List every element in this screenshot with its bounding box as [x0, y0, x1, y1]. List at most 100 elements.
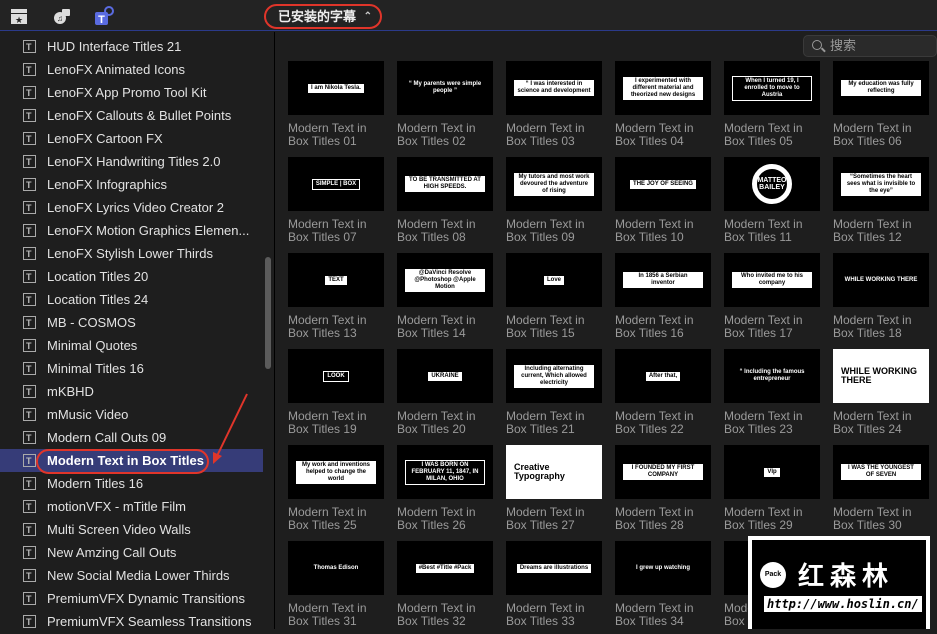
sidebar-item[interactable]: LenoFX Infographics — [0, 173, 263, 197]
title-tile[interactable]: When I turned 19, I enrolled to move to … — [724, 61, 820, 148]
search-field[interactable]: 搜索 — [803, 35, 937, 57]
sidebar-item[interactable]: New Social Media Lower Thirds — [0, 564, 263, 588]
sidebar-item[interactable]: Modern Titles 16 — [0, 472, 263, 496]
sidebar-item[interactable]: LenoFX Animated Icons — [0, 58, 263, 82]
title-tile[interactable]: LOOK Modern Text in Box Titles 19 — [288, 349, 384, 436]
title-thumbnail[interactable]: My tutors and most work devoured the adv… — [506, 157, 602, 211]
title-tile[interactable]: After that, Modern Text in Box Titles 22 — [615, 349, 711, 436]
title-tile[interactable]: Thomas Edison Modern Text in Box Titles 31 — [288, 541, 384, 628]
title-tile[interactable]: My work and inventions helped to change … — [288, 445, 384, 532]
title-tile[interactable]: “ Including the famous entrepreneur Moder… — [724, 349, 820, 436]
thumbnail-text: In 1856 a Serbian inventor — [623, 272, 703, 288]
sidebar-item[interactable]: PremiumVFX Dynamic Transitions — [0, 587, 263, 611]
title-thumbnail[interactable]: UKRAINE — [397, 349, 493, 403]
title-tile[interactable]: #Best #Title #Pack Modern Text in Box Titl… — [397, 541, 493, 628]
title-thumbnail[interactable]: I am Nikola Tesla. — [288, 61, 384, 115]
title-tile[interactable]: THE JOY OF SEEING Modern Text in Box Title… — [615, 157, 711, 244]
sidebar-item[interactable]: LenoFX Handwriting Titles 2.0 — [0, 150, 263, 174]
title-thumbnail[interactable]: “Sometimes the heart sees what is invisi… — [833, 157, 929, 211]
title-thumbnail[interactable]: I WAS THE YOUNGEST OF SEVEN — [833, 445, 929, 499]
title-thumbnail[interactable]: Dreams are illustrations — [506, 541, 602, 595]
title-thumbnail[interactable]: “ Including the famous entrepreneur — [724, 349, 820, 403]
sidebar-item[interactable]: New Amzing Call Outs — [0, 541, 263, 565]
title-thumbnail[interactable]: Who invited me to his company — [724, 253, 820, 307]
title-tile[interactable]: @DaVinci Resolve @Photoshop @Apple Motio… — [397, 253, 493, 340]
title-tile[interactable]: Love Modern Text in Box Titles 15 — [506, 253, 602, 340]
sidebar-item[interactable]: LenoFX Stylish Lower Thirds — [0, 242, 263, 266]
tile-caption: Modern Text in Box Titles 13 — [288, 314, 384, 340]
title-thumbnail[interactable]: When I turned 19, I enrolled to move to … — [724, 61, 820, 115]
sidebar-item[interactable]: Location Titles 20 — [0, 265, 263, 289]
title-thumbnail[interactable]: Vlp — [724, 445, 820, 499]
title-thumbnail[interactable]: After that, — [615, 349, 711, 403]
title-tile[interactable]: I experimented with different material a… — [615, 61, 711, 148]
sidebar-item[interactable]: LenoFX Motion Graphics Elemen... — [0, 219, 263, 243]
sidebar-item[interactable]: MB - COSMOS — [0, 311, 263, 335]
title-thumbnail[interactable]: I grew up watching — [615, 541, 711, 595]
title-tile[interactable]: “Sometimes the heart sees what is invisi… — [833, 157, 929, 244]
title-tile[interactable]: My tutors and most work devoured the adv… — [506, 157, 602, 244]
sidebar-item[interactable]: Multi Screen Video Walls — [0, 518, 263, 542]
title-tile[interactable]: UKRAINE Modern Text in Box Titles 20 — [397, 349, 493, 436]
title-thumbnail[interactable]: “ I was interested in science and develo… — [506, 61, 602, 115]
title-thumbnail[interactable]: MATTEO BAILEY — [724, 157, 820, 211]
sidebar-item[interactable]: LenoFX Lyrics Video Creator 2 — [0, 196, 263, 220]
title-tile[interactable]: “ I was interested in science and develo… — [506, 61, 602, 148]
title-tile[interactable]: Creative Typography Modern Text in Box Tit… — [506, 445, 602, 532]
title-thumbnail[interactable]: Love — [506, 253, 602, 307]
title-thumbnail[interactable]: SIMPLE | BOX — [288, 157, 384, 211]
title-tile[interactable]: Vlp Modern Text in Box Titles 29 — [724, 445, 820, 532]
title-tile[interactable]: I grew up watching Modern Text in Box Titl… — [615, 541, 711, 628]
music-photo-icon[interactable]: ♫ — [52, 6, 72, 26]
title-thumbnail[interactable]: I FOUNDED MY FIRST COMPANY — [615, 445, 711, 499]
title-thumbnail[interactable]: I WAS BORN ON FEBRUARY 11, 1847, IN MILA… — [397, 445, 493, 499]
sidebar-item[interactable]: LenoFX App Promo Tool Kit — [0, 81, 263, 105]
title-tile[interactable]: In 1856 a Serbian inventor Modern Text in… — [615, 253, 711, 340]
title-thumbnail[interactable]: My education was fully reflecting — [833, 61, 929, 115]
title-thumbnail[interactable]: #Best #Title #Pack — [397, 541, 493, 595]
clapper-star-icon[interactable]: ★ — [9, 6, 29, 26]
tile-caption: Modern Text in Box Titles 04 — [615, 122, 711, 148]
title-thumbnail[interactable]: TO BE TRANSMITTED AT HIGH SPEEDS. — [397, 157, 493, 211]
sidebar-item[interactable]: PremiumVFX Seamless Transitions — [0, 610, 263, 634]
title-thumbnail[interactable]: Creative Typography — [506, 445, 602, 499]
title-tile[interactable]: I FOUNDED MY FIRST COMPANY Modern Text in… — [615, 445, 711, 532]
title-thumbnail[interactable]: Including alternating current, Which all… — [506, 349, 602, 403]
title-tile[interactable]: Including alternating current, Which all… — [506, 349, 602, 436]
sidebar-item[interactable]: motionVFX - mTitle Film — [0, 495, 263, 519]
title-thumbnail[interactable]: In 1856 a Serbian inventor — [615, 253, 711, 307]
title-tile[interactable]: WHILE WORKING THERE Modern Text in Box Tit… — [833, 349, 929, 436]
title-tile[interactable]: TO BE TRANSMITTED AT HIGH SPEEDS. Modern … — [397, 157, 493, 244]
title-tile[interactable]: I WAS THE YOUNGEST OF SEVEN Modern Text i… — [833, 445, 929, 532]
sidebar-item[interactable]: Location Titles 24 — [0, 288, 263, 312]
title-thumbnail[interactable]: I experimented with different material a… — [615, 61, 711, 115]
title-tile[interactable]: MATTEO BAILEY Modern Text in Box Titles 11 — [724, 157, 820, 244]
sidebar-item[interactable]: HUD Interface Titles 21 — [0, 35, 263, 59]
caption-line-2: Box Titles 01 — [288, 134, 357, 148]
title-tile[interactable]: SIMPLE | BOX Modern Text in Box Titles 07 — [288, 157, 384, 244]
sidebar-item[interactable]: LenoFX Callouts & Bullet Points — [0, 104, 263, 128]
title-tile[interactable]: I WAS BORN ON FEBRUARY 11, 1847, IN MILA… — [397, 445, 493, 532]
title-thumbnail[interactable]: “ My parents were simple people ” — [397, 61, 493, 115]
sidebar-scrollbar[interactable] — [265, 257, 271, 369]
sidebar-item[interactable]: Minimal Titles 16 — [0, 357, 263, 381]
title-tile[interactable]: “ My parents were simple people ” Modern … — [397, 61, 493, 148]
title-tile[interactable]: My education was fully reflecting Modern … — [833, 61, 929, 148]
title-thumbnail[interactable]: @DaVinci Resolve @Photoshop @Apple Motio… — [397, 253, 493, 307]
title-thumbnail[interactable]: WHILE WORKING THERE — [833, 253, 929, 307]
sidebar-item[interactable]: LenoFX Cartoon FX — [0, 127, 263, 151]
title-tile[interactable]: Dreams are illustrations Modern Text in Bo… — [506, 541, 602, 628]
title-tile[interactable]: I am Nikola Tesla. Modern Text in Box Titl… — [288, 61, 384, 148]
title-thumbnail[interactable]: My work and inventions helped to change … — [288, 445, 384, 499]
title-tile[interactable]: Who invited me to his company Modern Text… — [724, 253, 820, 340]
title-tile[interactable]: WHILE WORKING THERE Modern Text in Box Tit… — [833, 253, 929, 340]
titles-icon[interactable]: T — [94, 6, 114, 26]
title-thumbnail[interactable]: Thomas Edison — [288, 541, 384, 595]
title-thumbnail[interactable]: LOOK — [288, 349, 384, 403]
title-thumbnail[interactable]: TEXT — [288, 253, 384, 307]
title-thumbnail[interactable]: WHILE WORKING THERE — [833, 349, 929, 403]
sidebar-item[interactable]: Minimal Quotes — [0, 334, 263, 358]
title-thumbnail[interactable]: THE JOY OF SEEING — [615, 157, 711, 211]
title-tile[interactable]: TEXT Modern Text in Box Titles 13 — [288, 253, 384, 340]
title-category-popup[interactable]: 已安装的字幕 ⌃ — [264, 4, 382, 29]
